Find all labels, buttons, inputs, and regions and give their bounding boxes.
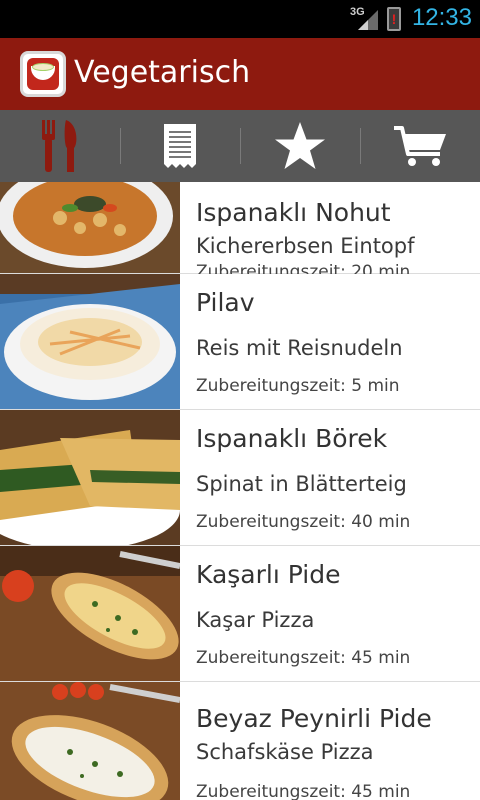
recipe-image (0, 546, 180, 681)
recipe-subtitle: Reis mit Reisnudeln (196, 336, 403, 360)
recipe-list[interactable]: Ispanaklı Nohut Kichererbsen Eintopf Zub… (0, 182, 480, 800)
recipe-time: Zubereitungszeit: 5 min (196, 376, 400, 396)
page-title: Vegetarisch (74, 55, 251, 90)
recipe-title: Kaşarlı Pide (196, 560, 341, 589)
tab-list[interactable] (120, 110, 240, 182)
tab-favorites[interactable] (240, 110, 360, 182)
recipe-image (0, 682, 180, 800)
app-bar: Vegetarisch (0, 38, 480, 110)
list-item-recipe[interactable]: Pilav Reis mit Reisnudeln Zubereitungsze… (0, 274, 480, 410)
recipe-subtitle: Spinat in Blätterteig (196, 472, 407, 496)
recipe-subtitle: Schafskäse Pizza (196, 740, 374, 764)
recipe-image (0, 410, 180, 545)
clock: 12:33 (411, 4, 472, 31)
battery-icon: ! (387, 7, 401, 31)
recipe-title: Ispanaklı Börek (196, 424, 388, 453)
tab-bar (0, 110, 480, 182)
recipe-subtitle: Kaşar Pizza (196, 608, 315, 632)
battery-alert: ! (391, 11, 397, 27)
list-item-recipe[interactable]: Ispanaklı Nohut Kichererbsen Eintopf Zub… (0, 182, 480, 282)
recipe-title: Beyaz Peynirli Pide (196, 704, 432, 733)
list-item-recipe[interactable]: Beyaz Peynirli Pide Schafskäse Pizza Zub… (0, 682, 480, 800)
list-item-recipe[interactable]: Ispanaklı Börek Spinat in Blätterteig Zu… (0, 410, 480, 546)
recipe-time: Zubereitungszeit: 45 min (196, 648, 411, 668)
recipe-subtitle: Kichererbsen Eintopf (196, 234, 415, 258)
list-item-recipe[interactable]: Kaşarlı Pide Kaşar Pizza Zubereitungszei… (0, 546, 480, 682)
recipe-title: Ispanaklı Nohut (196, 198, 391, 227)
tab-recipes[interactable] (0, 110, 120, 182)
cart-icon (394, 126, 446, 166)
recipe-time: Zubereitungszeit: 45 min (196, 782, 411, 800)
recipe-image (0, 182, 180, 273)
signal-icon (358, 10, 378, 30)
tab-cart[interactable] (360, 110, 480, 182)
star-icon (275, 122, 325, 169)
receipt-icon (164, 124, 196, 168)
recipe-image (0, 274, 180, 409)
recipe-time: Zubereitungszeit: 40 min (196, 512, 411, 532)
app-logo-icon[interactable] (20, 51, 66, 97)
status-bar: 3G ! 12:33 (0, 0, 480, 38)
utensils-icon (42, 120, 77, 172)
recipe-title: Pilav (196, 288, 255, 317)
